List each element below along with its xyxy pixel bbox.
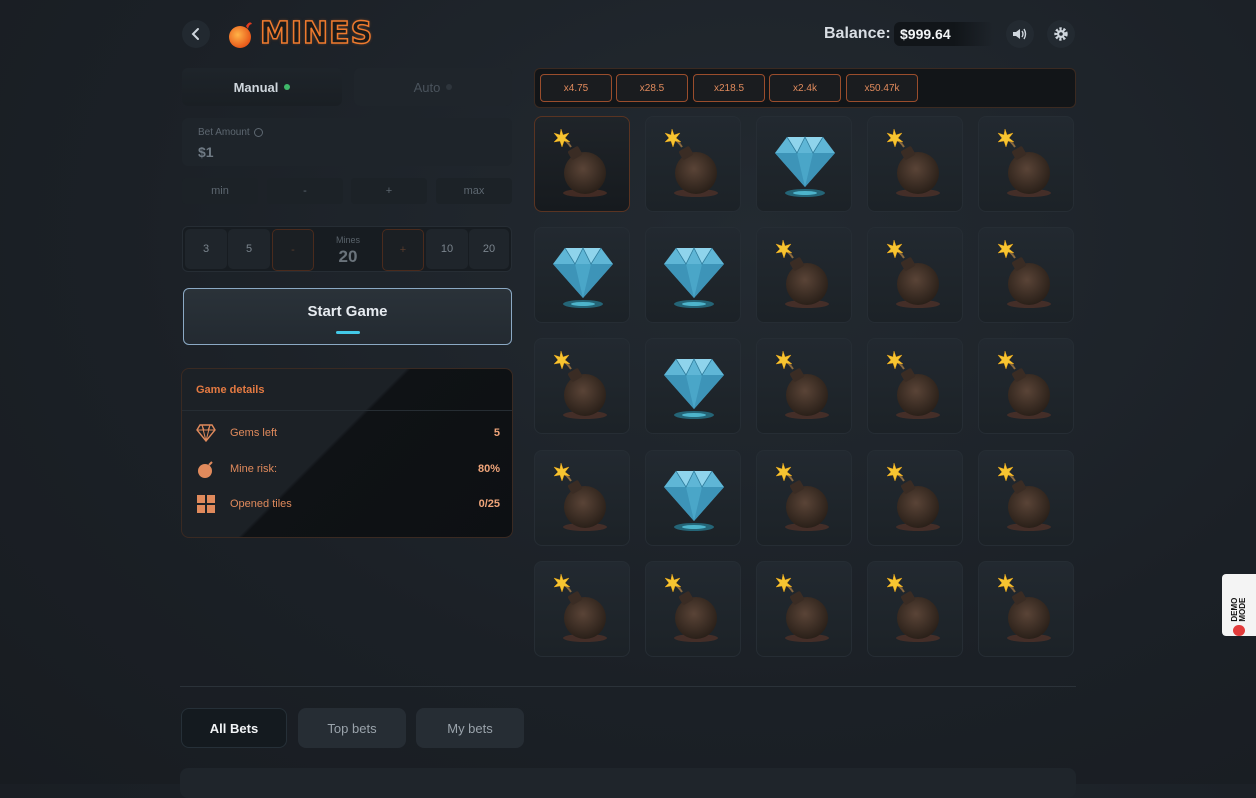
start-game-label: Start Game — [307, 303, 388, 320]
mines-preset-20[interactable]: 20 — [469, 229, 509, 269]
detail-label: Opened tiles — [230, 498, 292, 510]
detail-row-gems: Gems left 5 — [196, 423, 500, 443]
detail-row-risk: Mine risk: 80% — [196, 459, 500, 479]
demo-mode-badge[interactable]: DEMO MODE — [1222, 574, 1256, 636]
grid-icon — [196, 494, 216, 514]
tab-manual-label: Manual — [233, 79, 279, 95]
divider — [182, 410, 512, 411]
tab-manual[interactable]: Manual — [182, 68, 342, 106]
start-game-button[interactable]: Start Game — [183, 288, 512, 345]
tab-auto-label: Auto — [413, 79, 441, 95]
bet-decrease-button[interactable]: - — [267, 178, 343, 204]
tile[interactable] — [645, 450, 741, 546]
tile[interactable] — [534, 338, 630, 434]
tile[interactable] — [867, 227, 963, 323]
game-details-panel: Game details Gems left 5 Mine risk: 80% … — [181, 368, 513, 538]
gem-icon — [196, 423, 216, 443]
info-icon — [254, 127, 264, 137]
tile[interactable] — [756, 338, 852, 434]
mines-preset-10[interactable]: 10 — [426, 229, 468, 269]
logo: MINES — [226, 15, 374, 52]
tile[interactable] — [978, 338, 1074, 434]
tile[interactable] — [867, 561, 963, 657]
mines-increase-button[interactable]: + — [382, 229, 424, 271]
mines-preset-5[interactable]: 5 — [228, 229, 270, 269]
tile[interactable] — [978, 561, 1074, 657]
divider — [180, 686, 1076, 687]
speaker-icon — [1013, 28, 1027, 40]
opened-tiles-value: 0/25 — [478, 498, 500, 510]
tab-auto[interactable]: Auto — [354, 68, 512, 106]
bet-min-button[interactable]: min — [182, 178, 258, 204]
tile[interactable] — [645, 227, 741, 323]
gear-icon — [1054, 27, 1068, 41]
mines-label: Mines — [335, 235, 360, 245]
demo-mode-label: DEMO MODE — [1230, 597, 1247, 622]
mines-preset-3[interactable]: 3 — [185, 229, 227, 269]
mines-value: 20 — [338, 247, 358, 266]
tile[interactable] — [645, 561, 741, 657]
tile[interactable] — [978, 116, 1074, 212]
mines-selector: 3 5 - Mines 20 + 10 20 — [182, 226, 512, 272]
bet-amount-field[interactable] — [182, 118, 512, 166]
bet-steps: min - + max — [182, 178, 512, 204]
multiplier-chip: x4.75 — [540, 74, 612, 102]
inactive-dot — [446, 84, 453, 90]
tile[interactable] — [756, 227, 852, 323]
game-details-title: Game details — [196, 384, 265, 396]
detail-label: Gems left — [230, 427, 278, 439]
tile[interactable] — [534, 450, 630, 546]
tile[interactable] — [867, 116, 963, 212]
balance-value: $999.64 — [894, 22, 994, 46]
mode-tabs: Manual Auto — [182, 68, 512, 106]
detail-label: Mine risk: — [230, 463, 278, 475]
tile[interactable] — [534, 227, 630, 323]
sound-button[interactable] — [1006, 20, 1034, 48]
balance-label: Balance: — [824, 25, 891, 42]
detail-row-opened: Opened tiles 0/25 — [196, 494, 500, 514]
back-button[interactable] — [182, 20, 210, 48]
tile[interactable] — [867, 450, 963, 546]
tile[interactable] — [645, 116, 741, 212]
start-underline — [336, 331, 360, 334]
tile[interactable] — [645, 338, 741, 434]
multiplier-bar: x4.75 x28.5 x218.5 x2.4k x50.47k — [534, 68, 1076, 108]
tile[interactable] — [756, 450, 852, 546]
bomb-icon — [196, 459, 216, 479]
bomb-flame-icon — [229, 21, 252, 48]
chevron-left-icon — [191, 28, 199, 40]
tab-top-bets[interactable]: Top bets — [298, 708, 406, 748]
close-icon — [1233, 624, 1245, 636]
multiplier-chip: x50.47k — [846, 74, 918, 102]
mines-decrease-button[interactable]: - — [272, 229, 314, 271]
gems-left-value: 5 — [493, 427, 500, 439]
tile[interactable] — [534, 116, 630, 212]
tab-all-bets[interactable]: All Bets — [181, 708, 287, 748]
settings-button[interactable] — [1047, 20, 1075, 48]
bet-amount-value[interactable]: $1 — [198, 144, 214, 160]
tab-my-bets[interactable]: My bets — [416, 708, 524, 748]
logo-text: MINES — [259, 15, 374, 52]
multiplier-chip: x28.5 — [616, 74, 688, 102]
mine-risk-value: 80% — [477, 463, 500, 475]
multiplier-chip: x218.5 — [693, 74, 765, 102]
tile[interactable] — [867, 338, 963, 434]
tile[interactable] — [978, 227, 1074, 323]
tile[interactable] — [534, 561, 630, 657]
tile[interactable] — [756, 561, 852, 657]
active-dot — [284, 84, 291, 90]
multiplier-chip: x2.4k — [769, 74, 841, 102]
tile[interactable] — [756, 116, 852, 212]
bets-table — [180, 768, 1076, 798]
tile[interactable] — [978, 450, 1074, 546]
bet-increase-button[interactable]: + — [351, 178, 427, 204]
bet-amount-label: Bet Amount — [198, 127, 264, 138]
bet-max-button[interactable]: max — [436, 178, 512, 204]
